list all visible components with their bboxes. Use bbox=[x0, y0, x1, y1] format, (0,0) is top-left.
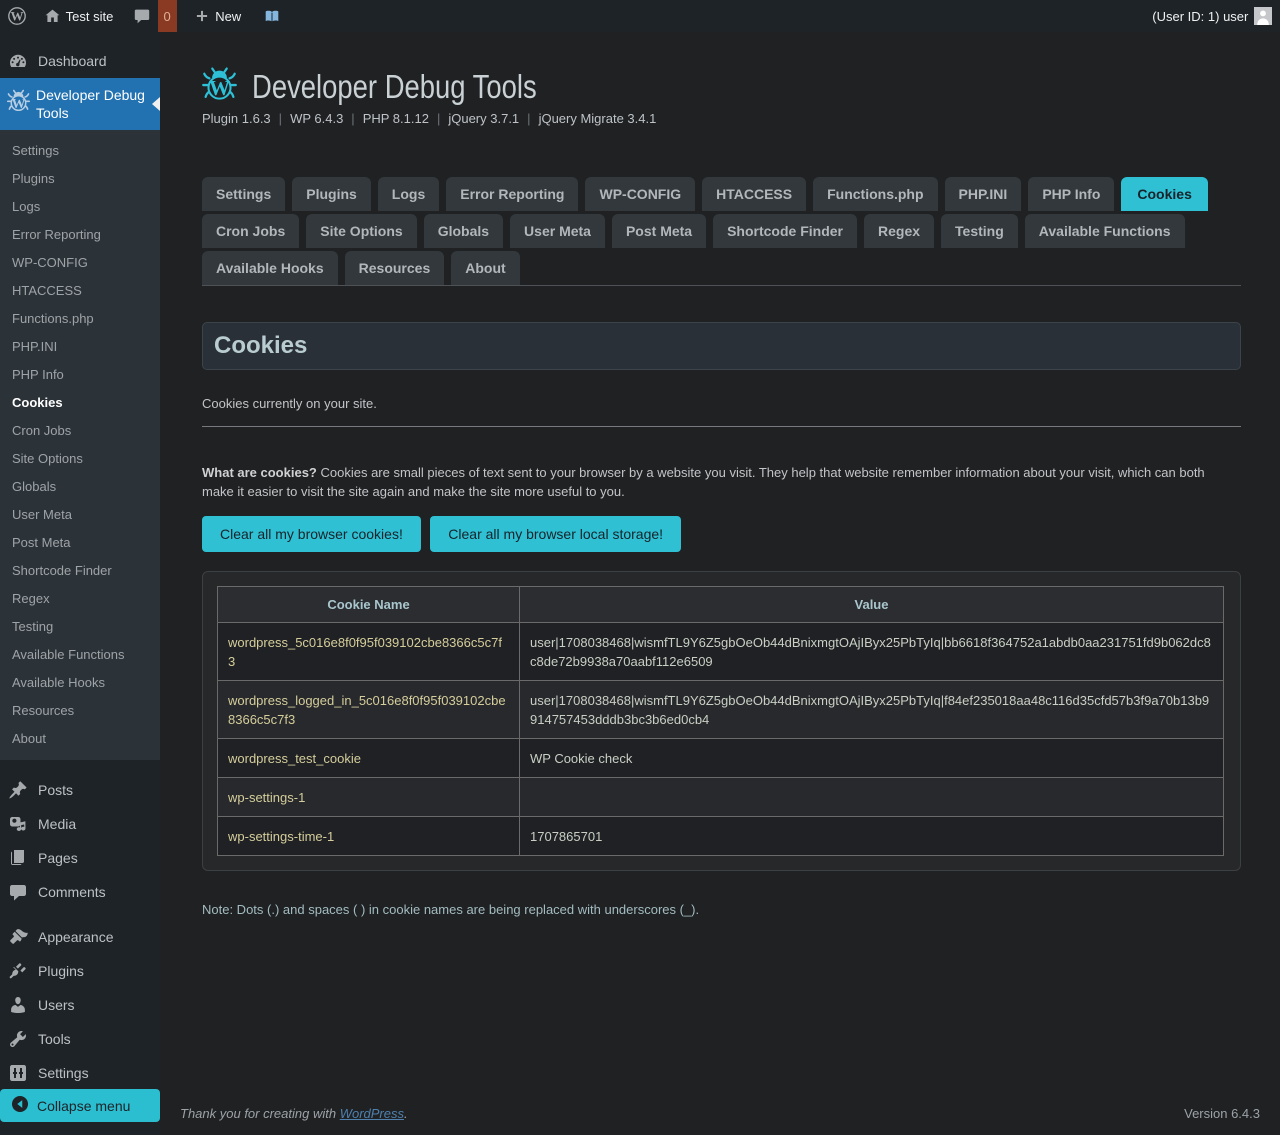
svg-text:W: W bbox=[11, 96, 25, 111]
svg-text:W: W bbox=[10, 9, 23, 24]
svg-text:W: W bbox=[209, 76, 230, 100]
